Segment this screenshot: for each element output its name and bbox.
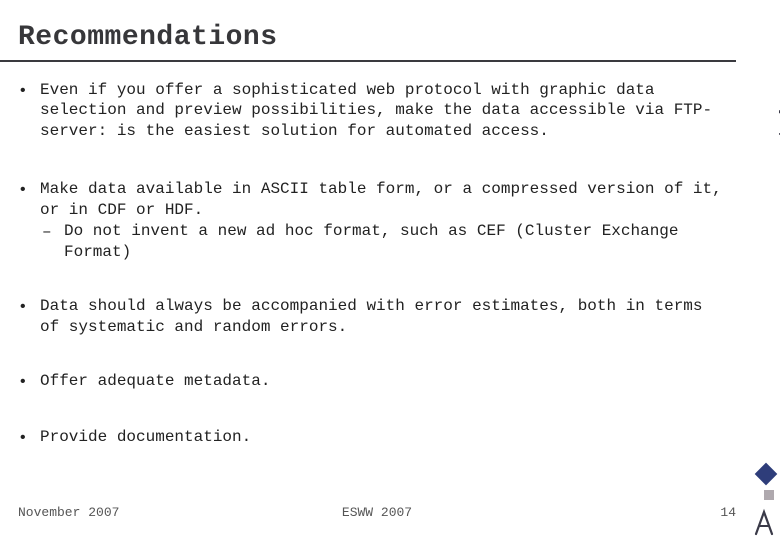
brand-sidebar: aeronomie.be xyxy=(744,0,780,540)
bullet-item: • Provide documentation. xyxy=(18,427,728,448)
bullet-text: Even if you offer a sophisticated web pr… xyxy=(40,80,728,141)
bullet-dot-icon: • xyxy=(18,296,40,337)
bullet-dot-icon: • xyxy=(18,427,40,448)
footer-event: ESWW 2007 xyxy=(18,505,736,520)
sub-bullet-text: Do not invent a new ad hoc format, such … xyxy=(64,221,728,262)
bullet-text: Data should always be accompanied with e… xyxy=(40,296,728,337)
brand-wordmark: aeronomie.be xyxy=(775,90,780,220)
sub-bullet-dash-icon: – xyxy=(42,221,64,262)
letter-a-icon xyxy=(752,508,776,536)
bullet-dot-icon: • xyxy=(18,179,40,262)
brand-name: aeronomie xyxy=(775,120,780,219)
bullet-text: Make data available in ASCII table form,… xyxy=(40,179,728,262)
small-square-icon xyxy=(764,490,774,500)
bullet-dot-icon: • xyxy=(18,371,40,392)
title-rule xyxy=(0,60,736,62)
bullet-main-text: Make data available in ASCII table form,… xyxy=(40,180,722,218)
slide-body: • Even if you offer a sophisticated web … xyxy=(18,80,728,482)
slide-title: Recommendations xyxy=(18,22,278,53)
bullet-text: Offer adequate metadata. xyxy=(40,371,728,392)
sub-bullet-item: – Do not invent a new ad hoc format, suc… xyxy=(42,221,728,262)
diamond-icon xyxy=(755,463,778,486)
slide: Recommendations • Even if you offer a so… xyxy=(0,0,780,540)
bullet-item: • Even if you offer a sophisticated web … xyxy=(18,80,728,141)
bullet-item: • Data should always be accompanied with… xyxy=(18,296,728,337)
bullet-item: • Make data available in ASCII table for… xyxy=(18,179,728,262)
bullet-text: Provide documentation. xyxy=(40,427,728,448)
bullet-item: • Offer adequate metadata. xyxy=(18,371,728,392)
brand-tld: be xyxy=(775,90,780,115)
bullet-dot-icon: • xyxy=(18,80,40,141)
slide-footer: November 2007 ESWW 2007 14 xyxy=(18,500,736,520)
footer-page-number: 14 xyxy=(720,505,736,520)
brand-dot: . xyxy=(775,115,780,121)
